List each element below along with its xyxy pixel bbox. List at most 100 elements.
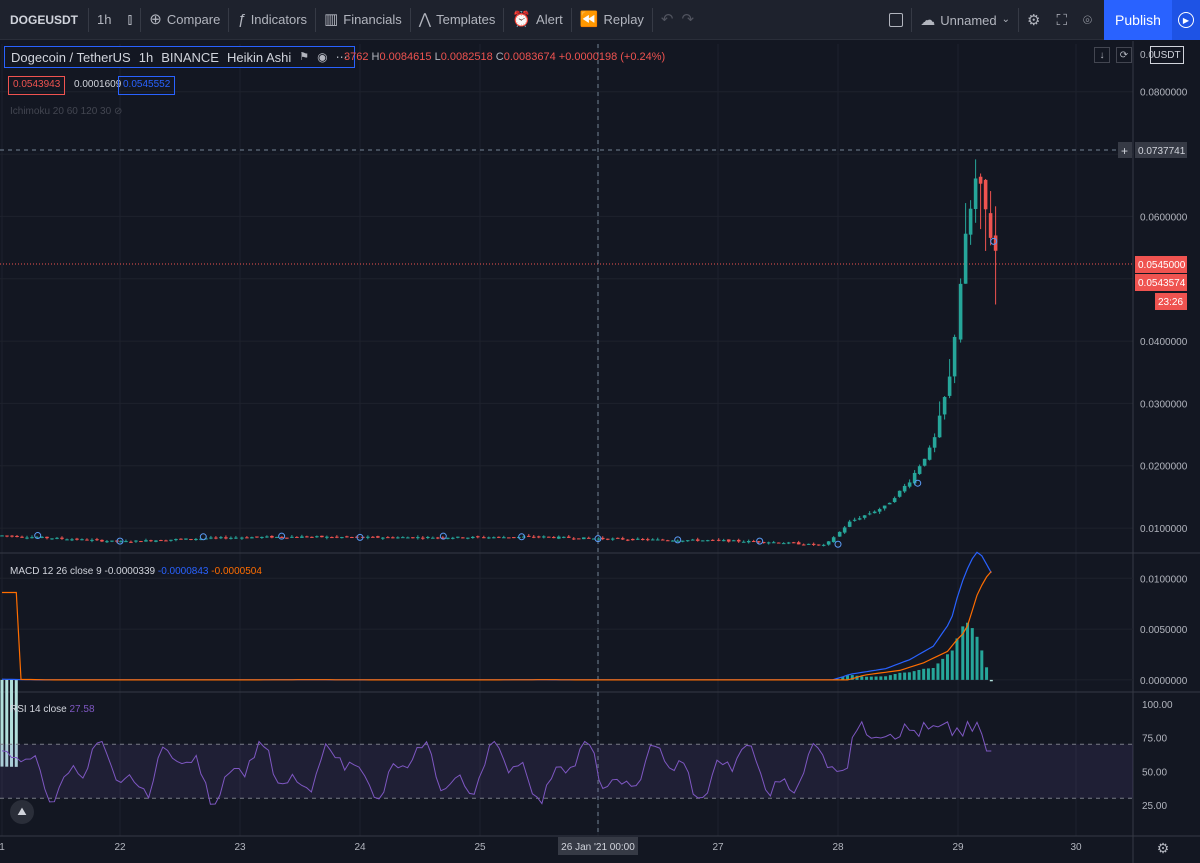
candle-body [15, 535, 19, 538]
time-axis-label: 22 [114, 842, 126, 853]
alert-button[interactable]: ⏰ Alert [504, 0, 570, 40]
price-axis-label: 0.0400000 [1140, 337, 1188, 348]
legend-exchange: BINANCE [161, 49, 219, 65]
fullscreen-button[interactable]: ⛶ [1048, 0, 1075, 40]
interval-button[interactable]: 1h [89, 0, 119, 40]
candle-body [596, 538, 601, 540]
rsi-legend[interactable]: RSI 14 close 27.58 [10, 704, 95, 715]
macd-hist-bar [926, 668, 930, 680]
refresh-icon: ⟳ [1119, 49, 1129, 61]
candle-body [340, 537, 344, 539]
candle-body [716, 539, 721, 541]
candle-body [710, 539, 715, 541]
plus-icon: + [1121, 144, 1128, 158]
macd-hist-bar [955, 638, 959, 680]
grid-lines [0, 41, 1200, 863]
candle-body [174, 539, 178, 541]
toolbar-right-group: ☁ Unnamed ⌄ ⚙ ⛶ ⌾ [881, 0, 1100, 40]
marker-dot [278, 532, 286, 540]
screenshot-button[interactable]: ⌾ [1075, 0, 1100, 40]
buy-price-button[interactable]: 0.0545552 [118, 76, 176, 95]
candle-body [877, 509, 882, 512]
templates-label: Templates [436, 12, 496, 27]
candle-body [325, 536, 329, 538]
chart-type-button[interactable]: ⫾ [119, 0, 140, 40]
publish-dropdown-button[interactable]: ▶ [1172, 0, 1200, 40]
layout-toggle-button[interactable] [881, 0, 911, 40]
redo-icon: ↷ [681, 11, 695, 28]
symbol-legend[interactable]: Dogecoin / TetherUS 1h BINANCE Heikin As… [4, 46, 355, 68]
candles-icon: ⫾ [127, 11, 133, 28]
indicators-button[interactable]: ƒ Indicators [229, 0, 315, 40]
macd-hist-bar [898, 672, 902, 680]
sell-price-button[interactable]: 0.0543943 [8, 76, 66, 95]
chart-canvas[interactable]: 0.08000000.07000000.06000000.04000000.03… [0, 41, 1200, 863]
ohlc-low: 0.0082518 [440, 51, 493, 63]
marker-dot [199, 533, 207, 541]
ichimoku-legend[interactable]: Ichimoku 20 60 120 30 ⊘ [10, 106, 122, 117]
rsi-band [0, 744, 1133, 799]
axis-settings-icon: ⚙ [1157, 840, 1170, 856]
candle-body [932, 437, 937, 448]
candle-body [456, 536, 460, 538]
symbol-search-button[interactable]: DOGEUSDT [0, 0, 88, 40]
candle-body [821, 544, 826, 546]
last-price: 0.0545000 [1138, 260, 1186, 271]
candle-body [610, 538, 615, 540]
financials-button[interactable]: ▥ Financials [316, 0, 410, 40]
candle-body [30, 537, 34, 539]
candle-body [531, 536, 536, 538]
candle-body [366, 536, 370, 538]
candle-body [650, 539, 655, 541]
go-to-realtime-button[interactable]: ⛰ [10, 800, 34, 824]
bar-chart-icon: ▥ [324, 11, 339, 28]
publish-button[interactable]: Publish [1104, 0, 1172, 40]
candle-body [937, 415, 942, 438]
macd-hist-bar [989, 679, 993, 682]
compare-label: Compare [166, 12, 221, 27]
legend-style: Heikin Ashi [226, 49, 292, 65]
candle-body [169, 539, 173, 541]
macd-hist-bar [893, 673, 897, 680]
candle-body [290, 536, 294, 538]
candle-body [55, 537, 59, 539]
alert-label: Alert [536, 12, 563, 27]
crosshair-price: 0.0737741 [1138, 146, 1186, 157]
candle-body [741, 541, 746, 543]
candle-body [700, 540, 705, 542]
candle-body [421, 537, 425, 539]
compare-button[interactable]: ⊕ Compare [141, 0, 228, 40]
candle-body [620, 538, 625, 540]
candle-body [907, 482, 912, 487]
candle-body [922, 458, 927, 466]
reset-button[interactable]: ⟳ [1116, 47, 1132, 63]
price-axis-label: 0.0600000 [1140, 212, 1188, 223]
square-icon [889, 13, 904, 27]
macd-legend[interactable]: MACD 12 26 close 9 -0.0000339 -0.0000843… [10, 566, 262, 577]
chart-controls: ↓ ⟳ [1094, 47, 1132, 63]
settings-button[interactable]: ⚙ [1019, 0, 1048, 40]
candle-body [665, 540, 670, 542]
hidden-eye-icon: ⊘ [113, 106, 123, 117]
cloud-icon: ☁ [920, 11, 936, 29]
replay-button[interactable]: ⏪ Replay [572, 0, 652, 40]
candle-body [847, 521, 852, 527]
candle-body [675, 540, 680, 542]
candle-body [988, 213, 993, 238]
scroll-down-button[interactable]: ↓ [1094, 47, 1110, 63]
eye-icon: ◉ [317, 50, 328, 64]
templates-button[interactable]: ⋀ Templates [411, 0, 504, 40]
currency-button[interactable]: USDT [1150, 46, 1184, 64]
rsi-axis-label: 75.00 [1142, 734, 1167, 745]
replay-label: Replay [603, 12, 644, 27]
candle-body [134, 540, 138, 542]
candle-body [551, 537, 556, 539]
redo-button[interactable]: ↷ [682, 0, 703, 40]
layout-name-button[interactable]: ☁ Unnamed ⌄ [912, 0, 1018, 40]
indicators-label: Indicators [250, 12, 308, 27]
undo-button[interactable]: ↶ [653, 0, 682, 40]
macd-hist-bar [922, 668, 926, 680]
candle-body [105, 541, 109, 543]
app: DOGEUSDT 1h ⫾ ⊕ Compare ƒ Indicators ▥ Fina… [0, 0, 1200, 863]
candle-body [492, 537, 496, 539]
